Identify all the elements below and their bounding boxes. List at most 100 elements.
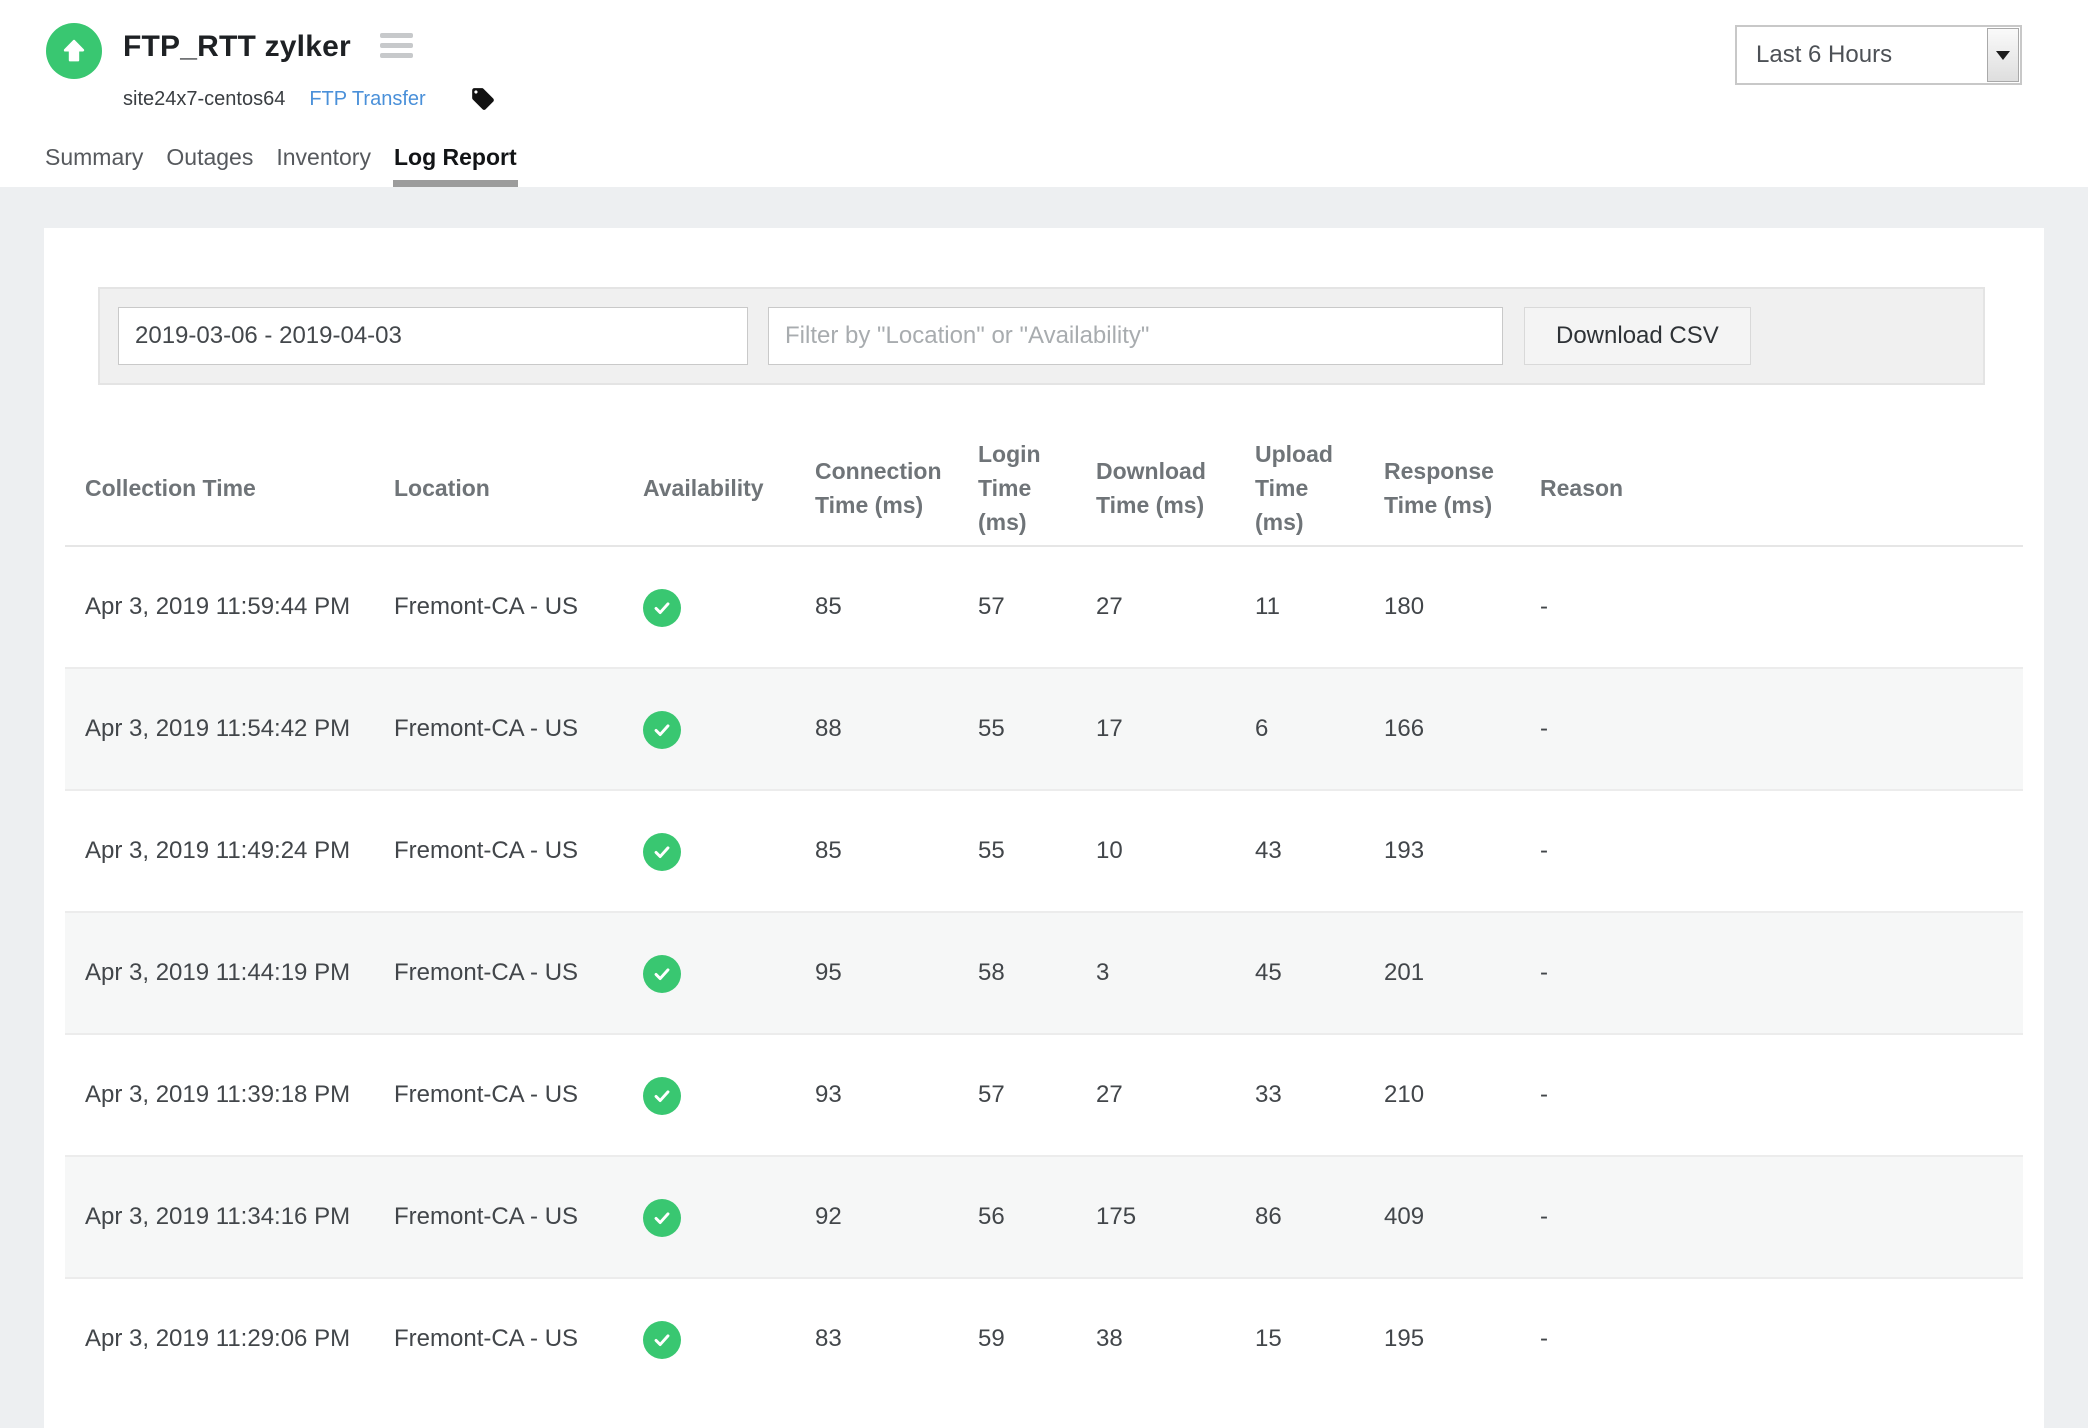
table-row: Apr 3, 2019 11:54:42 PMFremont-CA - US 88… xyxy=(65,668,2023,790)
cell-reason: - xyxy=(1520,912,2023,1034)
cell-connection-time: 93 xyxy=(795,1034,958,1156)
filter-bar: Download CSV xyxy=(98,287,1985,385)
availability-up-icon xyxy=(643,833,681,871)
cell-availability xyxy=(623,790,795,912)
table-row: Apr 3, 2019 11:49:24 PMFremont-CA - US 85… xyxy=(65,790,2023,912)
tab-bar: Summary Outages Inventory Log Report xyxy=(44,144,518,187)
table-header: Collection Time Location Availability Co… xyxy=(65,430,2023,546)
tab-inventory[interactable]: Inventory xyxy=(275,144,372,187)
availability-up-icon xyxy=(643,955,681,993)
header-response-time: Response Time (ms) xyxy=(1364,430,1520,546)
cell-upload-time: 86 xyxy=(1235,1156,1364,1278)
cell-upload-time: 11 xyxy=(1235,546,1364,668)
table-row: Apr 3, 2019 11:44:19 PMFremont-CA - US95… xyxy=(65,912,2023,1034)
availability-up-icon xyxy=(643,711,681,749)
hamburger-menu-icon[interactable] xyxy=(380,33,413,58)
cell-download-time: 38 xyxy=(1076,1278,1235,1399)
cell-connection-time: 83 xyxy=(795,1278,958,1399)
cell-download-time: 27 xyxy=(1076,546,1235,668)
cell-reason: - xyxy=(1520,790,2023,912)
cell-response-time: 409 xyxy=(1364,1156,1520,1278)
cell-login-time: 55 xyxy=(958,668,1076,790)
cell-response-time: 195 xyxy=(1364,1278,1520,1399)
cell-collection-time: Apr 3, 2019 11:29:06 PM xyxy=(65,1278,374,1399)
cell-collection-time: Apr 3, 2019 11:54:42 PM xyxy=(65,668,374,790)
cell-collection-time: Apr 3, 2019 11:49:24 PM xyxy=(65,790,374,912)
tag-icon[interactable] xyxy=(470,86,496,112)
cell-location: Fremont-CA - US xyxy=(374,1278,623,1399)
cell-collection-time: Apr 3, 2019 11:39:18 PM xyxy=(65,1034,374,1156)
cell-connection-time: 85 xyxy=(795,790,958,912)
app-header: FTP_RTT zylker site24x7-centos64 FTP Tra… xyxy=(0,0,2088,187)
header-reason: Reason xyxy=(1520,430,2023,546)
time-range-value: Last 6 Hours xyxy=(1737,41,1986,69)
time-range-select[interactable]: Last 6 Hours xyxy=(1735,25,2022,85)
dropdown-arrow-icon[interactable] xyxy=(1987,28,2019,82)
monitor-type-link[interactable]: FTP Transfer xyxy=(309,88,425,111)
cell-collection-time: Apr 3, 2019 11:34:16 PM xyxy=(65,1156,374,1278)
cell-collection-time: Apr 3, 2019 11:59:44 PM xyxy=(65,546,374,668)
tab-log-report[interactable]: Log Report xyxy=(393,144,518,187)
cell-login-time: 59 xyxy=(958,1278,1076,1399)
cell-reason: - xyxy=(1520,546,2023,668)
availability-up-icon xyxy=(643,1077,681,1115)
cell-login-time: 55 xyxy=(958,790,1076,912)
header-collection-time: Collection Time xyxy=(65,430,374,546)
download-csv-button[interactable]: Download CSV xyxy=(1524,307,1751,365)
cell-upload-time: 6 xyxy=(1235,668,1364,790)
table-row: Apr 3, 2019 11:29:06 PMFremont-CA - US 83… xyxy=(65,1278,2023,1399)
monitor-host: site24x7-centos64 xyxy=(123,88,285,111)
availability-up-icon xyxy=(643,1321,681,1359)
main-area: Download CSV Collection Time Location Av… xyxy=(0,187,2088,1428)
cell-location: Fremont-CA - US xyxy=(374,912,623,1034)
header-upload-time: Upload Time (ms) xyxy=(1235,430,1364,546)
cell-connection-time: 88 xyxy=(795,668,958,790)
filter-input[interactable] xyxy=(768,307,1503,365)
cell-upload-time: 45 xyxy=(1235,912,1364,1034)
cell-availability xyxy=(623,1156,795,1278)
cell-response-time: 180 xyxy=(1364,546,1520,668)
cell-login-time: 56 xyxy=(958,1156,1076,1278)
header-connection-time: Connection Time (ms) xyxy=(795,430,958,546)
cell-availability xyxy=(623,1278,795,1399)
monitor-status-up-icon xyxy=(46,23,102,79)
page-title: FTP_RTT zylker xyxy=(123,30,351,64)
cell-reason: - xyxy=(1520,668,2023,790)
cell-download-time: 17 xyxy=(1076,668,1235,790)
cell-reason: - xyxy=(1520,1278,2023,1399)
cell-connection-time: 95 xyxy=(795,912,958,1034)
cell-connection-time: 85 xyxy=(795,546,958,668)
cell-response-time: 193 xyxy=(1364,790,1520,912)
cell-upload-time: 43 xyxy=(1235,790,1364,912)
date-range-input[interactable] xyxy=(118,307,748,365)
cell-location: Fremont-CA - US xyxy=(374,546,623,668)
cell-location: Fremont-CA - US xyxy=(374,790,623,912)
cell-availability xyxy=(623,1034,795,1156)
header-availability: Availability xyxy=(623,430,795,546)
header-location: Location xyxy=(374,430,623,546)
cell-location: Fremont-CA - US xyxy=(374,1034,623,1156)
tab-summary[interactable]: Summary xyxy=(44,144,144,187)
cell-response-time: 166 xyxy=(1364,668,1520,790)
cell-availability xyxy=(623,668,795,790)
cell-reason: - xyxy=(1520,1034,2023,1156)
cell-login-time: 57 xyxy=(958,546,1076,668)
cell-login-time: 58 xyxy=(958,912,1076,1034)
cell-response-time: 210 xyxy=(1364,1034,1520,1156)
log-table: Collection Time Location Availability Co… xyxy=(65,430,2023,1399)
cell-download-time: 175 xyxy=(1076,1156,1235,1278)
cell-reason: - xyxy=(1520,1156,2023,1278)
header-login-time: Login Time (ms) xyxy=(958,430,1076,546)
cell-upload-time: 15 xyxy=(1235,1278,1364,1399)
cell-login-time: 57 xyxy=(958,1034,1076,1156)
table-row: Apr 3, 2019 11:39:18 PMFremont-CA - US 93… xyxy=(65,1034,2023,1156)
cell-availability xyxy=(623,912,795,1034)
monitor-subtitle: site24x7-centos64 FTP Transfer xyxy=(123,86,496,112)
cell-connection-time: 92 xyxy=(795,1156,958,1278)
cell-download-time: 3 xyxy=(1076,912,1235,1034)
availability-up-icon xyxy=(643,1199,681,1237)
cell-availability xyxy=(623,546,795,668)
tab-outages[interactable]: Outages xyxy=(165,144,254,187)
cell-location: Fremont-CA - US xyxy=(374,668,623,790)
table-row: Apr 3, 2019 11:59:44 PMFremont-CA - US 85… xyxy=(65,546,2023,668)
